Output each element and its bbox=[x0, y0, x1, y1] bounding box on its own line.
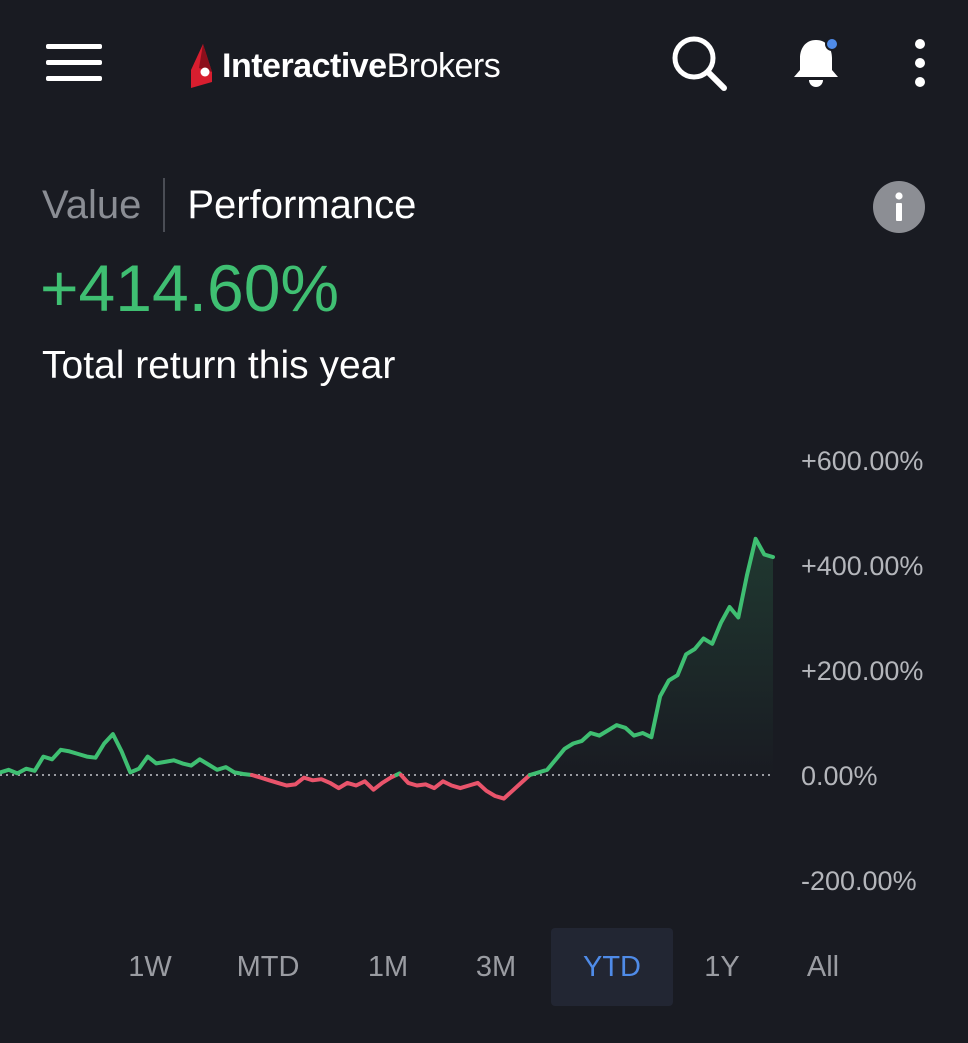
performance-chart-svg: +600.00% +400.00% +200.00% 0.00% -200.00% bbox=[0, 446, 923, 896]
range-mtd[interactable]: MTD bbox=[213, 928, 323, 1006]
performance-line-negative bbox=[399, 773, 532, 801]
notification-dot bbox=[825, 37, 839, 51]
view-toggle: Value Performance bbox=[42, 178, 416, 232]
range-1m[interactable]: 1M bbox=[348, 928, 428, 1006]
range-1w[interactable]: 1W bbox=[110, 928, 190, 1006]
performance-line-positive bbox=[0, 732, 254, 777]
interactive-brokers-logo[interactable]: InteractiveBrokers bbox=[186, 36, 501, 96]
range-3m[interactable]: 3M bbox=[456, 928, 536, 1006]
more-vertical-icon[interactable] bbox=[900, 30, 940, 96]
tab-divider bbox=[163, 178, 166, 232]
time-range-selector: 1W MTD 1M 3M YTD 1Y All bbox=[0, 928, 968, 1008]
tab-value[interactable]: Value bbox=[42, 183, 141, 228]
info-icon[interactable] bbox=[872, 180, 926, 234]
logo-text-regular: Brokers bbox=[386, 47, 501, 85]
y-tick-label: -200.00% bbox=[801, 866, 917, 896]
total-return-value: +414.60% bbox=[40, 251, 340, 325]
tab-performance[interactable]: Performance bbox=[187, 183, 416, 228]
performance-line-negative bbox=[249, 773, 399, 792]
y-tick-label: +400.00% bbox=[801, 551, 923, 581]
chart-area-fill bbox=[529, 538, 773, 775]
total-return-caption: Total return this year bbox=[42, 344, 396, 387]
range-ytd[interactable]: YTD bbox=[551, 928, 673, 1006]
menu-icon[interactable] bbox=[40, 34, 108, 90]
range-1y[interactable]: 1Y bbox=[682, 928, 762, 1006]
search-icon[interactable] bbox=[666, 30, 732, 96]
logo-mark-icon bbox=[191, 44, 212, 88]
range-all[interactable]: All bbox=[783, 928, 863, 1006]
bell-icon[interactable] bbox=[786, 30, 846, 96]
y-tick-label: +200.00% bbox=[801, 656, 923, 686]
y-tick-label: 0.00% bbox=[801, 761, 878, 791]
y-tick-label: +600.00% bbox=[801, 446, 923, 476]
top-app-bar: InteractiveBrokers bbox=[0, 0, 968, 130]
logo-text-bold: Interactive bbox=[222, 47, 387, 85]
performance-chart[interactable]: +600.00% +400.00% +200.00% 0.00% -200.00% bbox=[0, 430, 968, 910]
